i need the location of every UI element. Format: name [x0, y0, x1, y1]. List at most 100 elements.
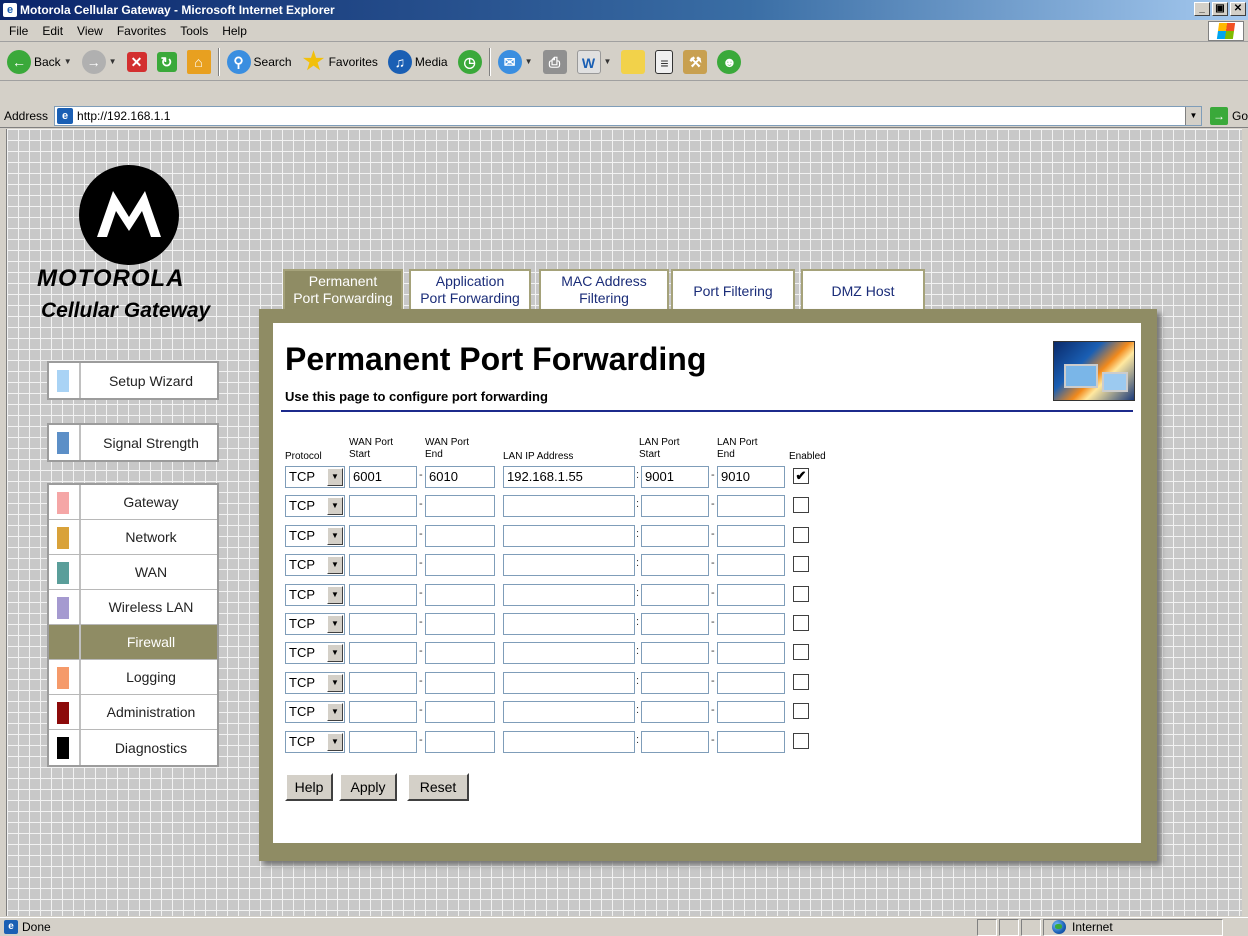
- lan-port-start-input[interactable]: [641, 731, 709, 753]
- lan-ip-address-input[interactable]: [503, 672, 635, 694]
- stop-button[interactable]: ✕: [124, 46, 150, 78]
- wan-port-end-input[interactable]: [425, 613, 495, 635]
- messenger-button[interactable]: ☻: [714, 46, 744, 78]
- help-button[interactable]: Help: [285, 773, 333, 801]
- tab-permanent-port-forwarding[interactable]: Permanent Port Forwarding: [283, 269, 403, 311]
- menu-edit[interactable]: Edit: [35, 24, 70, 38]
- messenger-tools-button[interactable]: ⚒: [680, 46, 710, 78]
- chevron-down-icon[interactable]: ▼: [327, 703, 343, 721]
- reset-button[interactable]: Reset: [407, 773, 469, 801]
- menu-help[interactable]: Help: [215, 24, 254, 38]
- sidebar-item-signal-strength[interactable]: Signal Strength: [49, 425, 217, 460]
- wan-port-end-input[interactable]: [425, 554, 495, 576]
- lan-port-end-input[interactable]: [717, 672, 785, 694]
- media-button[interactable]: ♫ Media: [385, 46, 451, 78]
- address-dropdown-icon[interactable]: ▼: [1184, 106, 1201, 125]
- lan-ip-address-input[interactable]: [503, 731, 635, 753]
- enabled-checkbox[interactable]: [793, 586, 809, 602]
- lan-ip-address-input[interactable]: [503, 642, 635, 664]
- address-input[interactable]: e http://192.168.1.1 ▼: [54, 105, 1202, 126]
- wan-port-end-input[interactable]: [425, 701, 495, 723]
- lan-port-end-input[interactable]: [717, 642, 785, 664]
- back-button[interactable]: ← Back ▼: [4, 46, 75, 78]
- print-button[interactable]: ⎙: [540, 46, 570, 78]
- sidebar-item-administration[interactable]: Administration: [49, 695, 217, 730]
- sidebar-item-firewall[interactable]: Firewall: [49, 625, 217, 660]
- wan-port-end-input[interactable]: 6010: [425, 466, 495, 488]
- protocol-select[interactable]: TCP ▼: [285, 466, 345, 488]
- refresh-button[interactable]: ↻: [154, 46, 180, 78]
- wan-port-start-input[interactable]: [349, 642, 417, 664]
- menu-view[interactable]: View: [70, 24, 110, 38]
- lan-port-start-input[interactable]: [641, 642, 709, 664]
- protocol-select[interactable]: TCP ▼: [285, 525, 345, 547]
- lan-port-start-input[interactable]: [641, 554, 709, 576]
- protocol-select[interactable]: TCP ▼: [285, 584, 345, 606]
- wan-port-end-input[interactable]: [425, 642, 495, 664]
- history-button[interactable]: ◷: [455, 46, 485, 78]
- discuss-button[interactable]: [618, 46, 648, 78]
- menu-file[interactable]: File: [2, 24, 35, 38]
- tab-application-port-forwarding[interactable]: Application Port Forwarding: [409, 269, 531, 311]
- wan-port-start-input[interactable]: [349, 701, 417, 723]
- enabled-checkbox[interactable]: [793, 674, 809, 690]
- menu-tools[interactable]: Tools: [173, 24, 215, 38]
- lan-port-end-input[interactable]: [717, 701, 785, 723]
- wan-port-end-input[interactable]: [425, 495, 495, 517]
- sidebar-item-logging[interactable]: Logging: [49, 660, 217, 695]
- go-button[interactable]: → Go: [1209, 106, 1248, 125]
- lan-ip-address-input[interactable]: [503, 613, 635, 635]
- lan-ip-address-input[interactable]: [503, 584, 635, 606]
- close-button[interactable]: ✕: [1230, 2, 1246, 16]
- lan-port-start-input[interactable]: [641, 672, 709, 694]
- wan-port-start-input[interactable]: [349, 525, 417, 547]
- lan-port-end-input[interactable]: [717, 613, 785, 635]
- chevron-down-icon[interactable]: ▼: [327, 615, 343, 633]
- lan-port-end-input[interactable]: [717, 495, 785, 517]
- chevron-down-icon[interactable]: ▼: [327, 586, 343, 604]
- wan-port-end-input[interactable]: [425, 584, 495, 606]
- edit-button[interactable]: W ▼: [574, 46, 615, 78]
- tab-dmz-host[interactable]: DMZ Host: [801, 269, 925, 311]
- lan-ip-address-input[interactable]: [503, 525, 635, 547]
- enabled-checkbox[interactable]: [793, 644, 809, 660]
- lan-port-start-input[interactable]: [641, 701, 709, 723]
- wan-port-end-input[interactable]: [425, 731, 495, 753]
- chevron-down-icon[interactable]: ▼: [327, 644, 343, 662]
- protocol-select[interactable]: TCP ▼: [285, 613, 345, 635]
- lan-port-end-input[interactable]: [717, 731, 785, 753]
- lan-ip-address-input[interactable]: [503, 495, 635, 517]
- forward-button[interactable]: → ▼: [79, 46, 120, 78]
- protocol-select[interactable]: TCP ▼: [285, 642, 345, 664]
- chevron-down-icon[interactable]: ▼: [327, 674, 343, 692]
- apply-button[interactable]: Apply: [339, 773, 397, 801]
- enabled-checkbox[interactable]: [793, 733, 809, 749]
- enabled-checkbox[interactable]: [793, 497, 809, 513]
- lan-port-start-input[interactable]: 9001: [641, 466, 709, 488]
- lan-port-start-input[interactable]: [641, 613, 709, 635]
- chevron-down-icon[interactable]: ▼: [327, 556, 343, 574]
- lan-port-end-input[interactable]: [717, 584, 785, 606]
- chevron-down-icon[interactable]: ▼: [327, 497, 343, 515]
- protocol-select[interactable]: TCP ▼: [285, 672, 345, 694]
- research-button[interactable]: ≡: [652, 46, 676, 78]
- search-button[interactable]: ⚲ Search: [224, 46, 295, 78]
- lan-ip-address-input[interactable]: [503, 701, 635, 723]
- protocol-select[interactable]: TCP ▼: [285, 701, 345, 723]
- window-title-bar[interactable]: e Motorola Cellular Gateway - Microsoft …: [0, 0, 1248, 20]
- chevron-down-icon[interactable]: ▼: [327, 733, 343, 751]
- wan-port-start-input[interactable]: [349, 554, 417, 576]
- wan-port-start-input[interactable]: [349, 584, 417, 606]
- lan-port-end-input[interactable]: 9010: [717, 466, 785, 488]
- lan-port-start-input[interactable]: [641, 495, 709, 517]
- lan-port-start-input[interactable]: [641, 584, 709, 606]
- wan-port-start-input[interactable]: [349, 495, 417, 517]
- enabled-checkbox[interactable]: [793, 615, 809, 631]
- chevron-down-icon[interactable]: ▼: [327, 527, 343, 545]
- lan-port-end-input[interactable]: [717, 554, 785, 576]
- tab-port-filtering[interactable]: Port Filtering: [671, 269, 795, 311]
- sidebar-item-setup-wizard[interactable]: Setup Wizard: [49, 363, 217, 398]
- maximize-button[interactable]: ▣: [1212, 2, 1228, 16]
- sidebar-item-wireless-lan[interactable]: Wireless LAN: [49, 590, 217, 625]
- enabled-checkbox[interactable]: [793, 556, 809, 572]
